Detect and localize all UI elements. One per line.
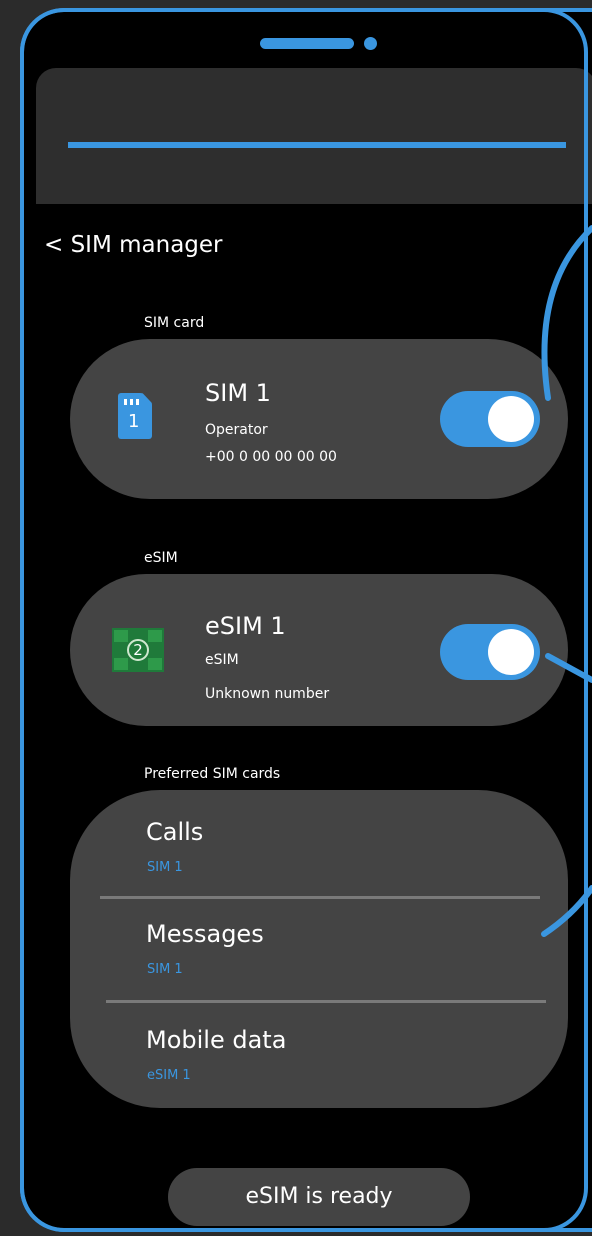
annotation-line-sim xyxy=(541,225,592,401)
annotation-line-preferred xyxy=(541,885,592,937)
annotation-line-esim xyxy=(545,653,592,683)
annotation-lines xyxy=(541,225,592,937)
